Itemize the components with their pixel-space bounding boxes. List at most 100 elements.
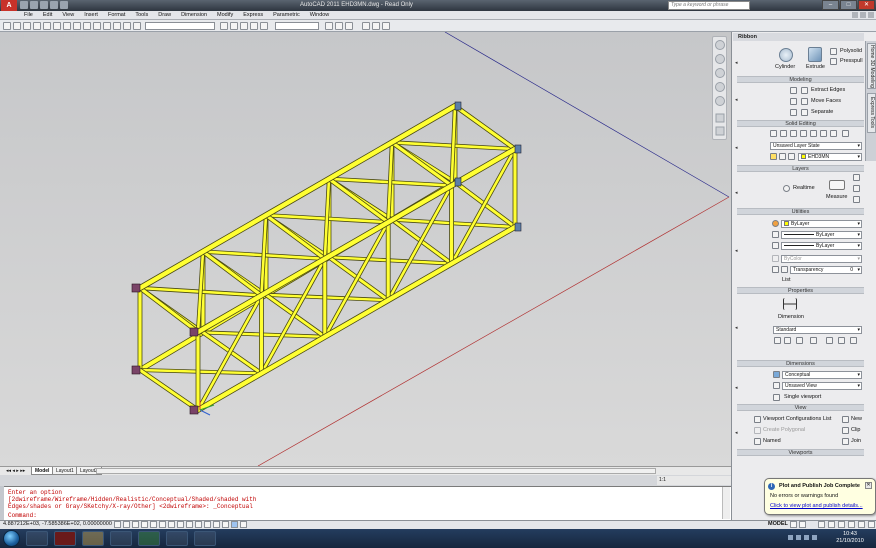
navbar-settings-icon[interactable] xyxy=(715,126,725,136)
status-tray-settings-icon[interactable] xyxy=(858,521,865,528)
toolpalettes-icon[interactable] xyxy=(240,22,248,30)
menu-window[interactable]: Window xyxy=(310,12,330,18)
ribbon-palette-title[interactable]: Ribbon xyxy=(733,33,864,41)
panel-title-modeling[interactable]: Modeling xyxy=(737,76,864,83)
menu-parametric[interactable]: Parametric xyxy=(273,12,300,18)
viewport-configurations-list[interactable]: Viewport Configurations List xyxy=(763,416,831,423)
workspace-dropdown[interactable] xyxy=(145,22,215,30)
dim-aligned-icon[interactable] xyxy=(784,337,791,344)
selection-cycling-toggle[interactable] xyxy=(231,521,238,528)
osnap-toggle[interactable] xyxy=(159,521,166,528)
panel-expand-arrow-icon[interactable]: ◂ xyxy=(735,60,738,66)
hardware-accel-icon[interactable] xyxy=(838,521,845,528)
save-file-icon[interactable] xyxy=(23,22,31,30)
panel-expand-arrow-icon[interactable]: ◂ xyxy=(735,97,738,103)
taskbar-app-icon[interactable] xyxy=(166,531,188,546)
panel-title-viewports[interactable]: Viewports xyxy=(737,449,864,456)
panel-expand-arrow-icon[interactable]: ◂ xyxy=(735,430,738,436)
extrude-label[interactable]: Extrude xyxy=(806,64,825,71)
polysolid-label[interactable]: Polysolid xyxy=(840,48,862,55)
tray-flag-icon[interactable] xyxy=(796,535,801,540)
measure-label[interactable]: Measure xyxy=(826,194,847,201)
ducs-toggle[interactable] xyxy=(186,521,193,528)
named-view-dropdown[interactable]: Unsaved View xyxy=(782,382,862,390)
layer-toolbar-dropdown[interactable] xyxy=(275,22,319,30)
tray-network-icon[interactable] xyxy=(804,535,809,540)
id-point-icon[interactable] xyxy=(853,185,860,192)
steeringwheel-icon[interactable] xyxy=(715,40,725,50)
union-icon[interactable] xyxy=(790,87,797,94)
quick-properties-toggle[interactable] xyxy=(222,521,229,528)
matchprop-icon[interactable] xyxy=(93,22,101,30)
save-icon[interactable] xyxy=(40,1,48,9)
cylinder-icon[interactable] xyxy=(779,48,793,62)
dim-update-icon[interactable] xyxy=(850,337,857,344)
copy-icon[interactable] xyxy=(73,22,81,30)
command-window-handle[interactable] xyxy=(0,486,4,520)
lineweight-dropdown[interactable]: ByLayer xyxy=(781,242,862,250)
open-file-icon[interactable] xyxy=(13,22,21,30)
tab-nav-arrows-icon[interactable]: ◂◂ ◂ ▸ ▸▸ xyxy=(3,467,28,475)
taskbar-browser-icon[interactable] xyxy=(194,531,216,546)
match-properties-icon[interactable] xyxy=(772,220,779,227)
plotstyle-dropdown[interactable]: ByColor xyxy=(781,255,862,263)
intersect-icon[interactable] xyxy=(790,109,797,116)
layer-lock-state-icon[interactable] xyxy=(788,153,795,160)
panel-title-solid-editing[interactable]: Solid Editing xyxy=(737,120,864,127)
toolbar-lock-icon[interactable] xyxy=(828,521,835,528)
transparency-toggle[interactable] xyxy=(213,521,220,528)
menu-draw[interactable]: Draw xyxy=(158,12,171,18)
search-input[interactable]: Type a keyword or phrase xyxy=(668,1,750,10)
taskbar-excel-icon[interactable] xyxy=(138,531,160,546)
extrude-icon[interactable] xyxy=(808,47,822,62)
subtract-icon[interactable] xyxy=(790,98,797,105)
redo-icon[interactable] xyxy=(60,1,68,9)
lineweight-icon[interactable] xyxy=(772,242,779,249)
paste-special-icon[interactable] xyxy=(853,196,860,203)
tray-volume-icon[interactable] xyxy=(812,535,817,540)
extract-edges-label[interactable]: Extract Edges xyxy=(811,87,845,94)
polar-toggle[interactable] xyxy=(150,521,157,528)
menu-edit[interactable]: Edit xyxy=(43,12,52,18)
layer-isolate-icon[interactable] xyxy=(790,130,797,137)
sheetset-icon[interactable] xyxy=(250,22,258,30)
tab-express-tools[interactable]: Express Tools xyxy=(867,93,876,133)
3dosnap-toggle[interactable] xyxy=(168,521,175,528)
plotstyle-icon[interactable] xyxy=(772,255,779,262)
workspace-switch-icon[interactable] xyxy=(818,521,825,528)
create-polygonal-icon[interactable] xyxy=(754,427,761,434)
clip-viewport-label[interactable]: Clip xyxy=(851,427,860,434)
panel-title-properties[interactable]: Properties xyxy=(737,287,864,294)
paste-icon[interactable] xyxy=(83,22,91,30)
dimension-style-dropdown[interactable]: Standard xyxy=(773,326,862,334)
cylinder-label[interactable]: Cylinder xyxy=(775,64,795,71)
continuous-orbit-icon[interactable] xyxy=(382,22,390,30)
notification-close-button[interactable]: ✕ xyxy=(865,482,872,489)
dimension-icon[interactable] xyxy=(783,298,797,310)
maximize-button[interactable]: □ xyxy=(840,0,857,10)
dimension-label[interactable]: Dimension xyxy=(778,314,804,321)
taskbar-explorer-icon[interactable] xyxy=(26,531,48,546)
open-icon[interactable] xyxy=(30,1,38,9)
publish-icon[interactable] xyxy=(53,22,61,30)
zoom-realtime-icon[interactable] xyxy=(783,185,790,192)
properties-icon[interactable] xyxy=(220,22,228,30)
designcenter-icon[interactable] xyxy=(230,22,238,30)
ortho-toggle[interactable] xyxy=(141,521,148,528)
new-icon[interactable] xyxy=(20,1,28,9)
menu-dimension[interactable]: Dimension xyxy=(181,12,207,18)
layer-state-dropdown[interactable]: Unsaved Layer State xyxy=(770,142,862,150)
application-menu-button[interactable]: A xyxy=(1,0,17,11)
viewport-config-icon[interactable] xyxy=(754,416,761,423)
undo-tool-icon[interactable] xyxy=(103,22,111,30)
transparency-field[interactable]: Transparency 0 xyxy=(790,266,862,274)
menu-insert[interactable]: Insert xyxy=(84,12,98,18)
plot-icon[interactable] xyxy=(33,22,41,30)
dim-baseline-icon[interactable] xyxy=(810,337,817,344)
clean-screen-icon[interactable] xyxy=(868,521,875,528)
layer-sun-icon[interactable] xyxy=(779,153,786,160)
layer-off-icon[interactable] xyxy=(780,130,787,137)
cut-icon[interactable] xyxy=(63,22,71,30)
quickcalc-icon[interactable] xyxy=(853,174,860,181)
taskbar-clock[interactable]: 10:43 21/10/2010 xyxy=(830,531,870,545)
